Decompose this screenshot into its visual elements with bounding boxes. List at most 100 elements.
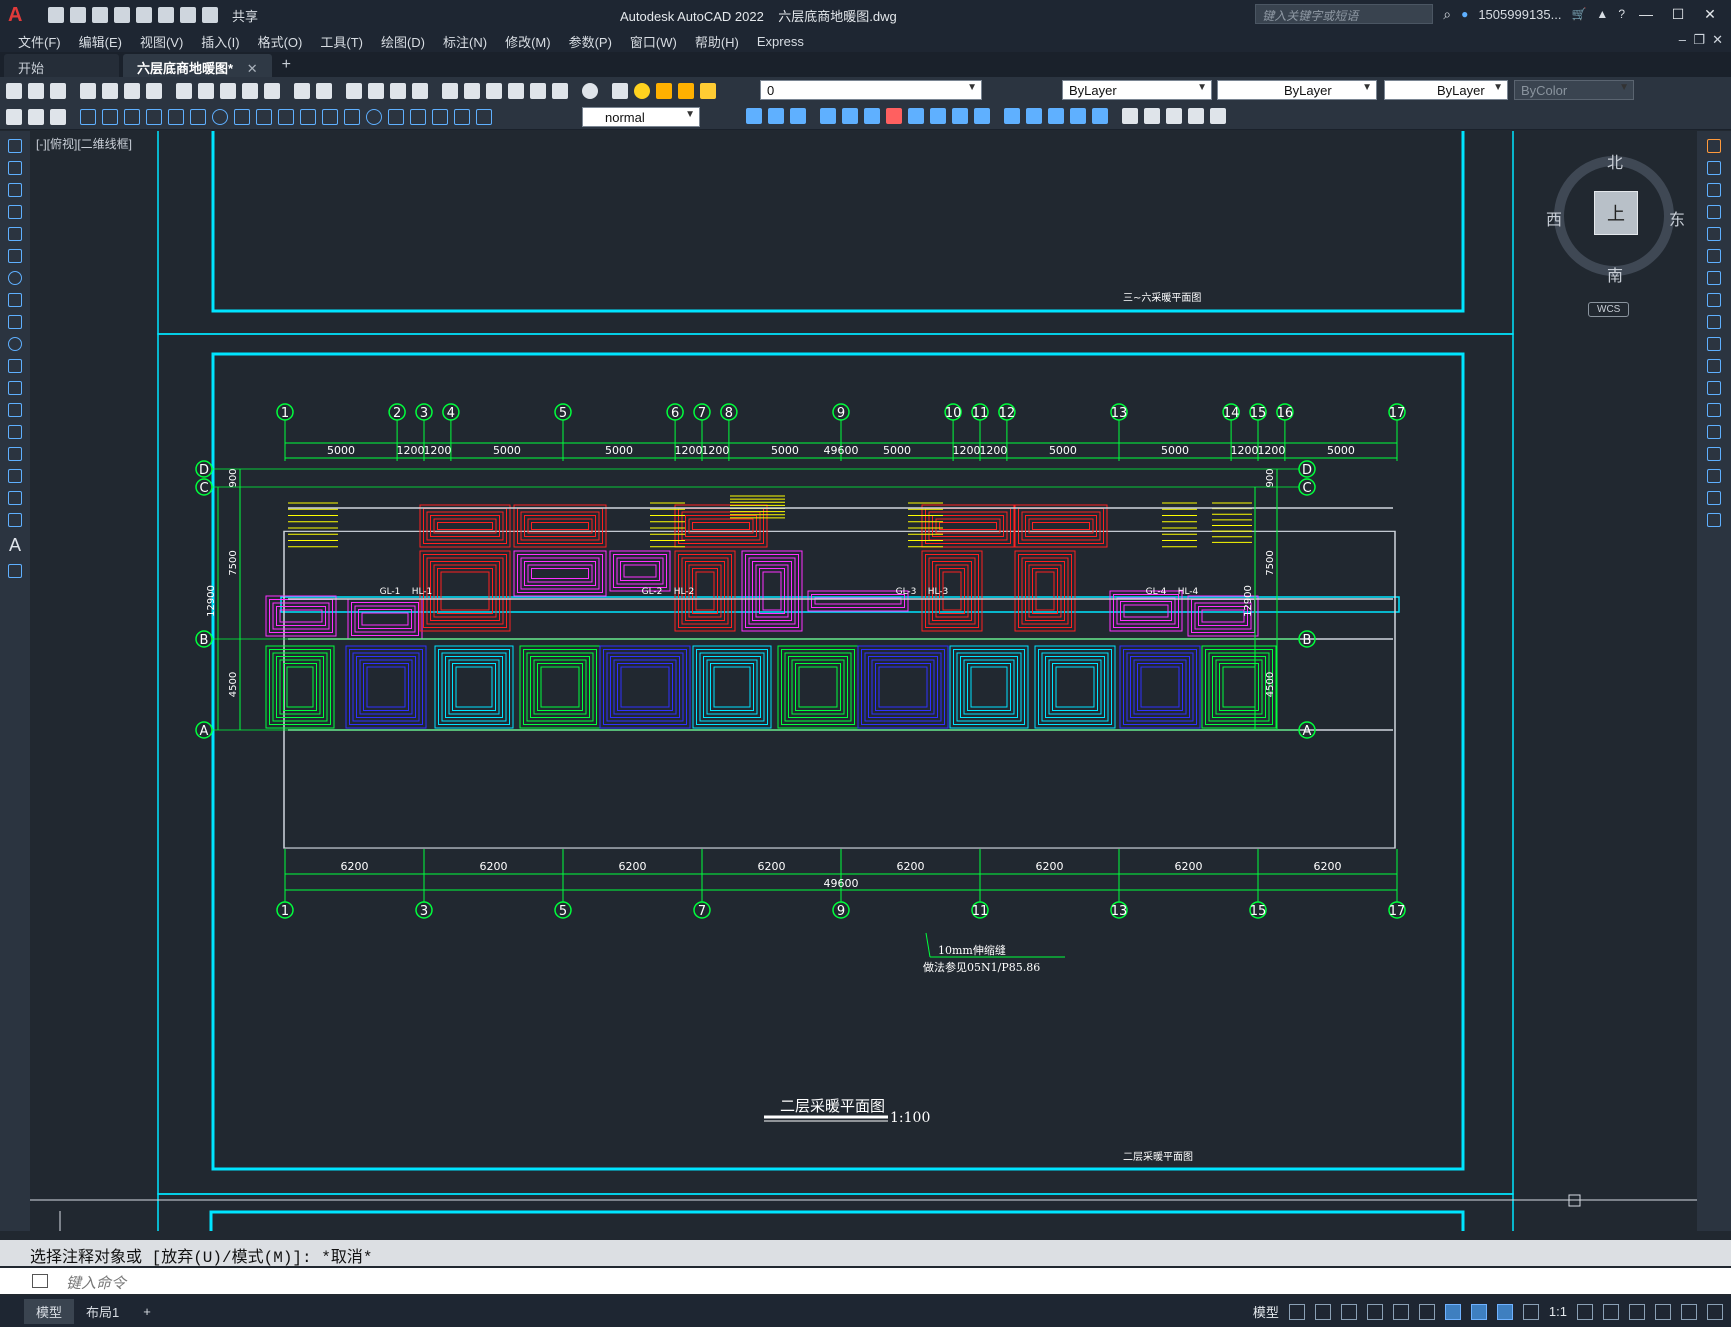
menu-file[interactable]: 文件(F) <box>18 32 61 51</box>
revision-cloud-icon[interactable] <box>8 293 22 307</box>
menu-modify[interactable]: 修改(M) <box>505 32 551 51</box>
explode-icon[interactable] <box>886 108 902 124</box>
space-icon[interactable] <box>322 108 338 125</box>
undo-icon[interactable] <box>294 82 310 99</box>
extend-icon[interactable] <box>1707 359 1721 373</box>
move-icon[interactable] <box>820 108 836 124</box>
plot-icon[interactable] <box>158 7 174 23</box>
draw-order-icon[interactable] <box>1004 108 1020 124</box>
cart-icon[interactable]: 🛒 <box>1571 7 1586 21</box>
blend-icon[interactable] <box>1707 491 1721 505</box>
close-tab-icon[interactable]: ✕ <box>247 61 258 76</box>
stretch-icon[interactable] <box>842 108 858 124</box>
external-ref-icon[interactable] <box>1144 108 1160 124</box>
copy-object-icon[interactable] <box>746 108 762 124</box>
doc-window-controls[interactable]: – ❐ ✕ <box>1679 32 1723 48</box>
design-center-icon[interactable] <box>464 82 480 99</box>
add-layout-button[interactable]: + <box>131 1301 163 1322</box>
tab-start[interactable]: 开始 <box>4 54 119 77</box>
drawing-viewport[interactable]: [-][俯视][二维线框] 三~六采暖平面图 二层采暖平面图 123456789… <box>30 131 1697 1231</box>
customize-icon[interactable] <box>1707 1303 1723 1320</box>
dim-update-icon[interactable] <box>476 108 492 125</box>
join-icon[interactable] <box>1707 425 1721 439</box>
center-mark-icon[interactable] <box>366 108 382 125</box>
adjust-icon[interactable] <box>1210 108 1226 124</box>
drawing-canvas[interactable]: 三~六采暖平面图 二层采暖平面图 1 2 3 4 5 6 7 8 9 10 11 12 13 14 15 16… <box>30 131 1697 1231</box>
lineweight-dropdown[interactable]: ByLayer ▼ <box>1384 80 1508 100</box>
stretch-icon[interactable] <box>1707 315 1721 329</box>
redo-icon[interactable] <box>316 82 332 99</box>
offset-icon[interactable] <box>1707 205 1721 219</box>
new-icon[interactable] <box>6 82 22 99</box>
menu-dimension[interactable]: 标注(N) <box>443 32 487 51</box>
linear-dim-icon[interactable] <box>80 108 96 125</box>
array-icon[interactable] <box>1707 227 1721 241</box>
tab-layout1[interactable]: 布局1 <box>74 1299 131 1324</box>
new-tab-button[interactable]: + <box>282 56 291 74</box>
copy-nested-icon[interactable] <box>768 108 784 124</box>
menu-express[interactable]: Express <box>757 34 804 49</box>
break-icon[interactable] <box>908 108 924 124</box>
move-icon[interactable] <box>1707 249 1721 263</box>
layer-on-icon[interactable] <box>634 82 650 99</box>
menu-window[interactable]: 窗口(W) <box>630 32 677 51</box>
properties-icon[interactable] <box>442 82 458 99</box>
pan-icon[interactable] <box>346 82 362 99</box>
sheet-set-icon[interactable] <box>508 82 524 99</box>
group-icon[interactable] <box>952 108 968 124</box>
tab-model[interactable]: 模型 <box>24 1299 75 1324</box>
layer-lock-icon[interactable] <box>700 82 716 99</box>
zoom-realtime-icon[interactable] <box>368 82 384 99</box>
clip-icon[interactable] <box>1188 108 1204 124</box>
lineweight-icon[interactable] <box>1470 1303 1487 1320</box>
command-input[interactable]: 键入命令 <box>0 1268 1731 1294</box>
preview-icon[interactable] <box>102 82 118 99</box>
layer-manager-icon[interactable] <box>612 82 628 99</box>
jogged-linear-icon[interactable] <box>410 108 426 125</box>
isodraft-icon[interactable] <box>1392 1303 1409 1320</box>
menu-parameter[interactable]: 参数(P) <box>569 32 612 51</box>
viewport-controls[interactable]: [-][俯视][二维线框] <box>36 135 132 152</box>
plotstyle-dropdown[interactable]: ByColor ▼ <box>1514 80 1634 100</box>
save-icon[interactable] <box>50 82 66 99</box>
gradient-icon[interactable] <box>8 469 22 483</box>
ellipse-arc-icon[interactable] <box>8 359 22 373</box>
snap-icon[interactable] <box>1314 1303 1331 1320</box>
polyline-icon[interactable] <box>8 183 22 197</box>
attach-icon[interactable] <box>1166 108 1182 124</box>
point-icon[interactable] <box>8 425 22 439</box>
search-icon[interactable]: ⌕ <box>1443 6 1451 23</box>
3d-print-icon[interactable] <box>146 82 162 99</box>
quick-dim-icon[interactable] <box>256 108 272 125</box>
publish-icon[interactable] <box>124 82 140 99</box>
dim-text-edit-icon[interactable] <box>454 108 470 125</box>
save-icon[interactable] <box>92 7 108 23</box>
new-icon[interactable] <box>48 7 64 23</box>
break-point-icon[interactable] <box>1707 381 1721 395</box>
annotation-scale[interactable]: 1:1 <box>1549 1304 1567 1319</box>
rectangle-icon[interactable] <box>8 227 22 241</box>
trim-icon[interactable] <box>1707 337 1721 351</box>
angular-icon[interactable] <box>234 108 250 125</box>
compass-south[interactable]: 南 <box>1607 262 1623 286</box>
minimize-button[interactable]: — <box>1635 6 1657 22</box>
model-space-label[interactable]: 模型 <box>1253 1302 1279 1321</box>
user-name[interactable]: 1505999135... <box>1478 7 1561 22</box>
mtext-icon[interactable]: A <box>0 535 30 556</box>
erase-icon[interactable] <box>1707 139 1721 153</box>
construction-line-icon[interactable] <box>8 161 22 175</box>
copy-icon[interactable] <box>1707 161 1721 175</box>
continue-icon[interactable] <box>300 108 316 125</box>
spline-icon[interactable] <box>8 315 22 329</box>
osnap-icon[interactable] <box>1444 1303 1461 1320</box>
arc-length-icon[interactable] <box>124 108 140 125</box>
diameter-icon[interactable] <box>212 108 228 125</box>
polar-icon[interactable] <box>1366 1303 1383 1320</box>
menu-draw[interactable]: 绘图(D) <box>381 32 425 51</box>
linetype-dropdown[interactable]: ByLayer ▼ <box>1217 80 1377 100</box>
ungroup-icon[interactable] <box>974 108 990 124</box>
ordinate-icon[interactable] <box>146 108 162 125</box>
open-icon[interactable] <box>70 7 86 23</box>
insert-block-icon[interactable] <box>8 381 22 395</box>
clean-screen-icon[interactable] <box>1681 1303 1697 1320</box>
